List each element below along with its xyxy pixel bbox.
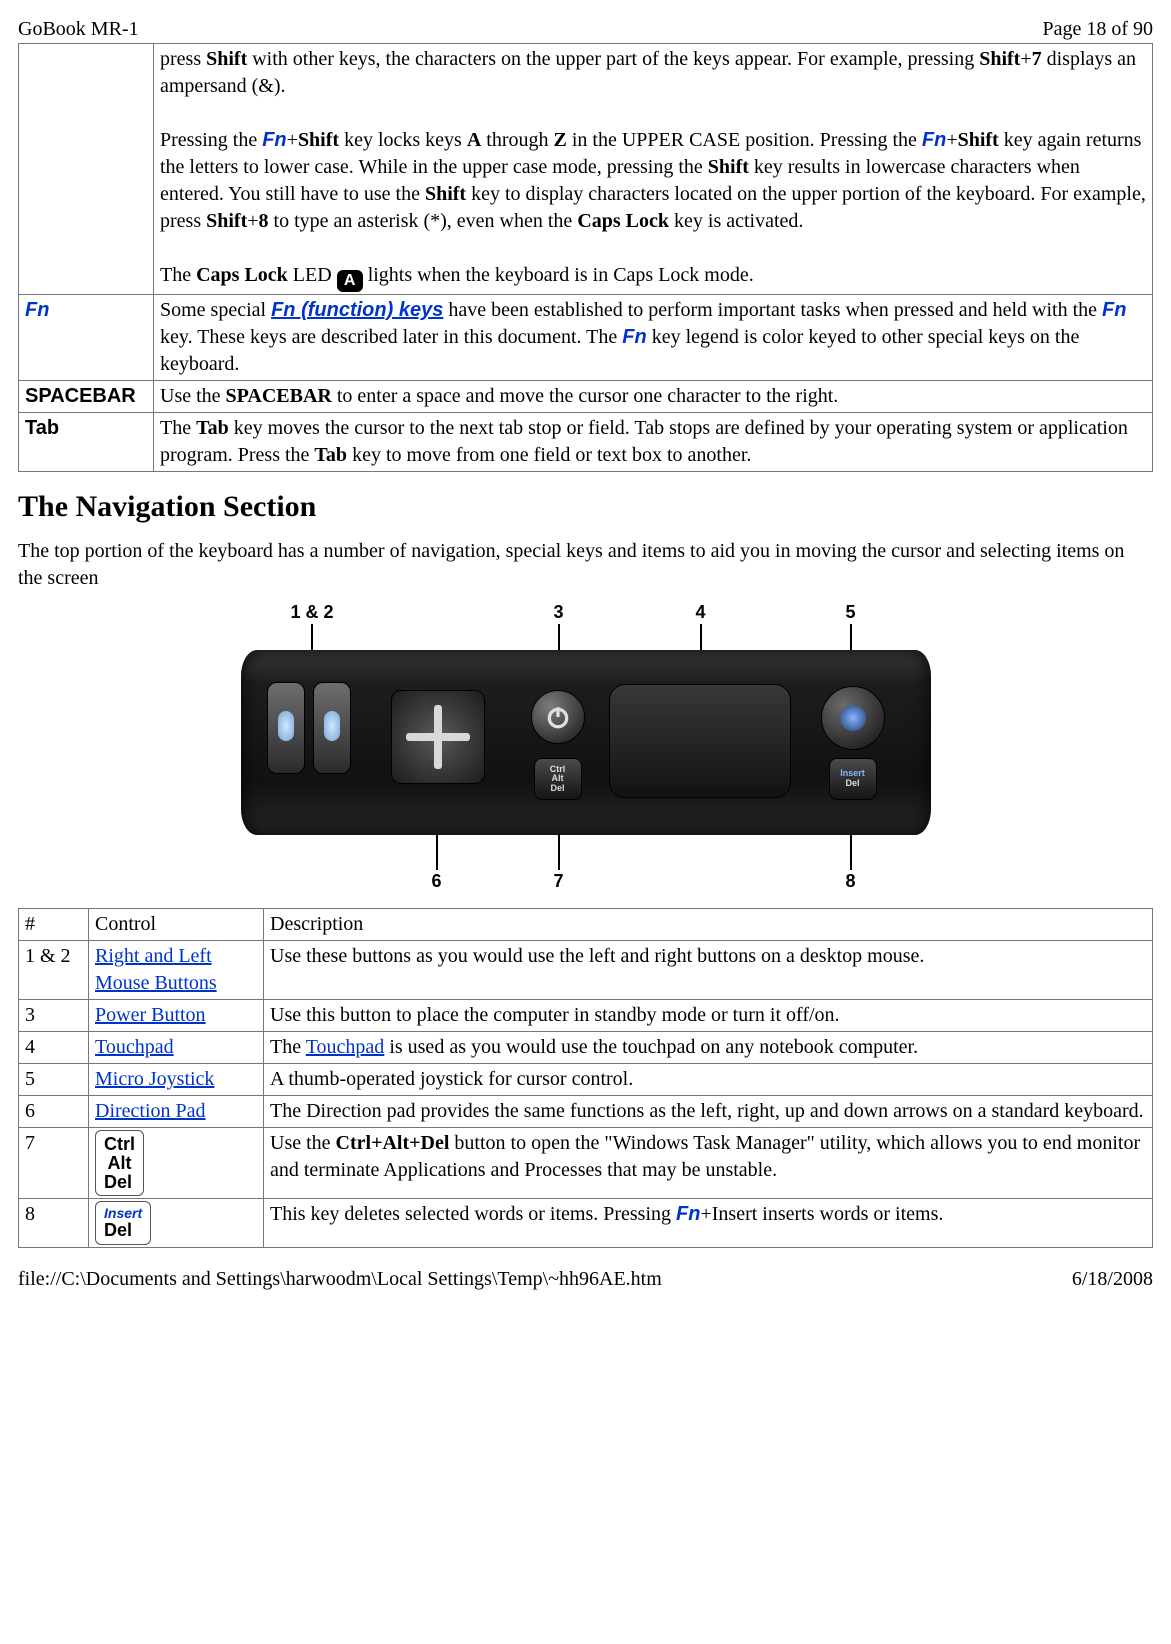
page-footer: file://C:\Documents and Settings\harwood… [18, 1268, 1153, 1291]
table-row: SPACEBAR Use the SPACEBAR to enter a spa… [19, 380, 1153, 412]
key-desc-fn: Some special Fn (function) keys have bee… [154, 294, 1153, 380]
nav-section-heading: The Navigation Section [18, 490, 1153, 524]
navigation-diagram: 1 & 2 3 4 5 CtrlAltDel InsertDel 6 7 [18, 602, 1153, 892]
callout-1-2: 1 & 2 [291, 602, 334, 623]
power-button-icon [531, 690, 585, 744]
link-touchpad-inline[interactable]: Touchpad [306, 1036, 385, 1058]
callout-8: 8 [846, 871, 856, 892]
table-row: 1 & 2 Right and Left Mouse Buttons Use t… [19, 940, 1153, 999]
key-desc-shift: press Shift with other keys, the charact… [154, 44, 1153, 295]
table-row: press Shift with other keys, the charact… [19, 44, 1153, 295]
link-mouse-buttons[interactable]: Right and Left Mouse Buttons [95, 945, 217, 994]
key-cell-tab: Tab [19, 412, 154, 471]
ctrl-alt-del-keycap-icon: Ctrl Alt Del [95, 1130, 144, 1197]
table-row: Fn Some special Fn (function) keys have … [19, 294, 1153, 380]
table-row: 6 Direction Pad The Direction pad provid… [19, 1095, 1153, 1127]
key-desc-spacebar: Use the SPACEBAR to enter a space and mo… [154, 380, 1153, 412]
insert-del-keycap-icon: Insert Del [95, 1201, 151, 1245]
fn-keys-link[interactable]: Fn (function) keys [271, 299, 443, 321]
key-cell-fn: Fn [19, 294, 154, 380]
table-row: 4 Touchpad The Touchpad is used as you w… [19, 1031, 1153, 1063]
caps-lock-icon: A [337, 270, 363, 292]
link-direction-pad[interactable]: Direction Pad [95, 1100, 206, 1122]
ctrl-alt-del-key-icon: CtrlAltDel [534, 758, 582, 800]
key-cell-spacebar: SPACEBAR [19, 380, 154, 412]
callout-3: 3 [554, 602, 564, 623]
touchpad-icon [609, 684, 791, 798]
callout-5: 5 [846, 602, 856, 623]
link-power-button[interactable]: Power Button [95, 1004, 206, 1026]
nav-section-intro: The top portion of the keyboard has a nu… [18, 538, 1153, 592]
callout-7: 7 [554, 871, 564, 892]
page-header: GoBook MR-1 Page 18 of 90 [18, 18, 1153, 41]
col-desc: Description [264, 908, 1153, 940]
direction-pad-icon [391, 690, 485, 784]
table-row: 3 Power Button Use this button to place … [19, 999, 1153, 1031]
table-row: 8 Insert Del This key deletes selected w… [19, 1199, 1153, 1248]
header-left: GoBook MR-1 [18, 18, 139, 41]
table-row: 7 Ctrl Alt Del Use the Ctrl+Alt+Del butt… [19, 1127, 1153, 1199]
col-num: # [19, 908, 89, 940]
table-header-row: # Control Description [19, 908, 1153, 940]
device-body: CtrlAltDel InsertDel [241, 650, 931, 835]
callout-4: 4 [696, 602, 706, 623]
footer-left: file://C:\Documents and Settings\harwood… [18, 1268, 662, 1291]
key-cell-shift [19, 44, 154, 295]
table-row: Tab The Tab key moves the cursor to the … [19, 412, 1153, 471]
key-table: press Shift with other keys, the charact… [18, 43, 1153, 472]
navigation-table: # Control Description 1 & 2 Right and Le… [18, 908, 1153, 1248]
micro-joystick-icon [821, 686, 885, 750]
link-touchpad[interactable]: Touchpad [95, 1036, 174, 1058]
right-mouse-button-icon [313, 682, 351, 774]
col-control: Control [89, 908, 264, 940]
insert-del-key-icon: InsertDel [829, 758, 877, 800]
header-right: Page 18 of 90 [1042, 18, 1153, 41]
left-mouse-button-icon [267, 682, 305, 774]
footer-right: 6/18/2008 [1072, 1268, 1153, 1291]
key-desc-tab: The Tab key moves the cursor to the next… [154, 412, 1153, 471]
callout-6: 6 [432, 871, 442, 892]
link-micro-joystick[interactable]: Micro Joystick [95, 1068, 214, 1090]
table-row: 5 Micro Joystick A thumb-operated joysti… [19, 1063, 1153, 1095]
